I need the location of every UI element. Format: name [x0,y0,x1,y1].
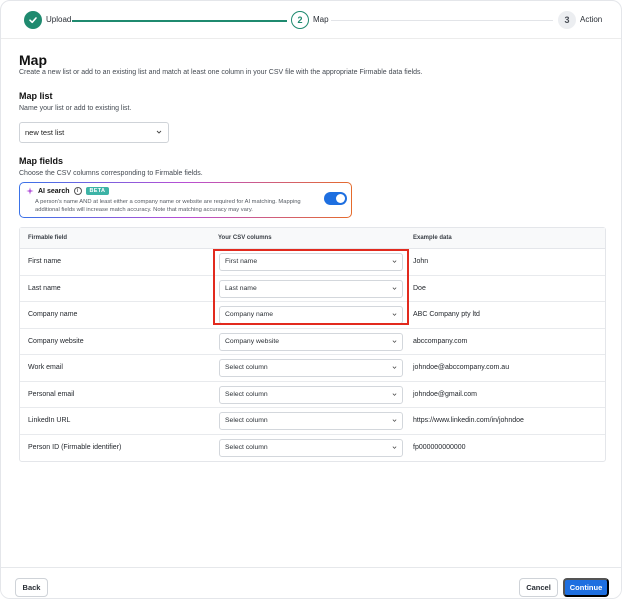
example-data: fp000000000000 [413,443,466,451]
step-action-circle: 3 [558,11,576,29]
firmable-field-name: Personal email [28,390,75,398]
step-connector-upcoming [331,20,553,21]
csv-column-select[interactable]: Select column [219,359,403,377]
firmable-field-name: First name [28,258,62,265]
step-action-label: Action [580,15,603,24]
footer-bar: Back Cancel Continue [1,567,621,598]
example-data: ABC Company pty ltd [413,311,480,318]
csv-column-select[interactable]: First name [219,253,403,271]
ai-search-description: A person's name AND at least either a co… [35,199,301,213]
cancel-button[interactable]: Cancel [519,578,558,597]
firmable-field-name: Last name [28,284,61,292]
info-icon[interactable]: i [73,187,82,195]
table-row: First name First name John [20,249,605,276]
stepper: Upload 2 Map 3 Action [1,1,621,39]
chevron-down-icon [392,313,397,316]
firmable-field-name: LinkedIn URL [28,417,71,424]
csv-column-value: Select column [225,417,268,424]
example-data: Doe [413,284,426,292]
map-list-description: Name your list or add to existing list. [19,105,132,112]
csv-column-value: Select column [225,364,268,371]
map-list-heading: Map list [19,91,53,101]
table-row: Company name Company name ABC Company pty … [20,302,605,329]
example-data: abccompany.com [413,337,468,345]
csv-column-value: Select column [225,390,268,398]
example-data: John [413,258,429,265]
csv-column-select[interactable]: Select column [219,385,403,404]
firmable-field-name: Company website [28,337,84,345]
firmable-field-name: Person ID (Firmable identifier) [28,443,122,451]
firmable-field-name: Company name [28,311,78,318]
ai-search-label: AI search [38,187,70,195]
map-fields-heading: Map fields [19,156,64,166]
table-row: LinkedIn URL Select column https://www.lin… [20,408,605,435]
csv-column-value: Company name [225,311,273,318]
csv-column-select[interactable]: Select column [219,438,403,457]
firmable-field-name: Work email [28,364,63,371]
chevron-down-icon [392,286,397,290]
header-firmable-field: Firmable field [28,235,68,241]
step-map-label: Map [313,15,329,24]
table-row: Company website Company website abccompany… [20,329,605,355]
chevron-down-icon [156,130,162,134]
ai-search-toggle[interactable] [324,192,347,205]
field-mapping-table: Firmable field Your CSV columns Example … [19,227,606,462]
csv-column-value: Last name [225,284,257,292]
import-dialog: Upload 2 Map 3 Action Map Create a new l… [0,0,622,599]
csv-column-select[interactable]: Company website [219,332,403,351]
ai-search-title-row: AI search i BETA [26,187,110,195]
csv-column-value: Company website [225,337,280,345]
list-name-select[interactable]: new test list [19,122,169,143]
chevron-down-icon [392,366,397,369]
csv-column-select[interactable]: Last name [219,279,403,298]
chevron-down-icon [392,260,397,263]
chevron-down-icon [392,392,397,396]
page-subtitle: Create a new list or add to an existing … [19,69,423,76]
example-data: https://www.linkedin.com/in/johndoe [413,417,524,424]
step-map-circle: 2 [291,11,309,29]
header-example-data: Example data [413,235,452,241]
page-title: Map [19,52,47,68]
step-upload-label: Upload [46,15,72,24]
csv-column-select[interactable]: Company name [219,306,403,324]
continue-button[interactable]: Continue [563,578,609,597]
beta-badge: BETA [85,187,110,195]
step-connector-complete [72,20,287,22]
chevron-down-icon [392,339,397,343]
chevron-down-icon [392,419,397,422]
map-fields-description: Choose the CSV columns corresponding to … [19,170,203,177]
example-data: johndoe@gmail.com [413,390,477,398]
table-row: Personal email Select column johndoe@gmail… [20,382,605,408]
table-row: Last name Last name Doe [20,276,605,302]
csv-column-value: First name [225,258,258,265]
step-upload-circle [24,11,42,29]
example-data: johndoe@abccompany.com.au [413,364,510,371]
table-row: Person ID (Firmable identifier) Select co… [20,435,605,462]
table-row: Work email Select column johndoe@abccompan… [20,355,605,382]
header-csv-columns: Your CSV columns [218,235,272,241]
list-name-value: new test list [25,128,65,137]
ai-search-panel: AI search i BETA A person's name AND at … [19,182,352,218]
sparkle-icon [26,187,34,195]
csv-column-select[interactable]: Select column [219,412,403,430]
back-button[interactable]: Back [15,578,48,597]
check-icon [29,17,37,24]
toggle-knob [336,194,345,203]
chevron-down-icon [392,445,397,449]
table-header: Firmable field Your CSV columns Example … [20,228,605,249]
csv-column-value: Select column [225,443,268,451]
